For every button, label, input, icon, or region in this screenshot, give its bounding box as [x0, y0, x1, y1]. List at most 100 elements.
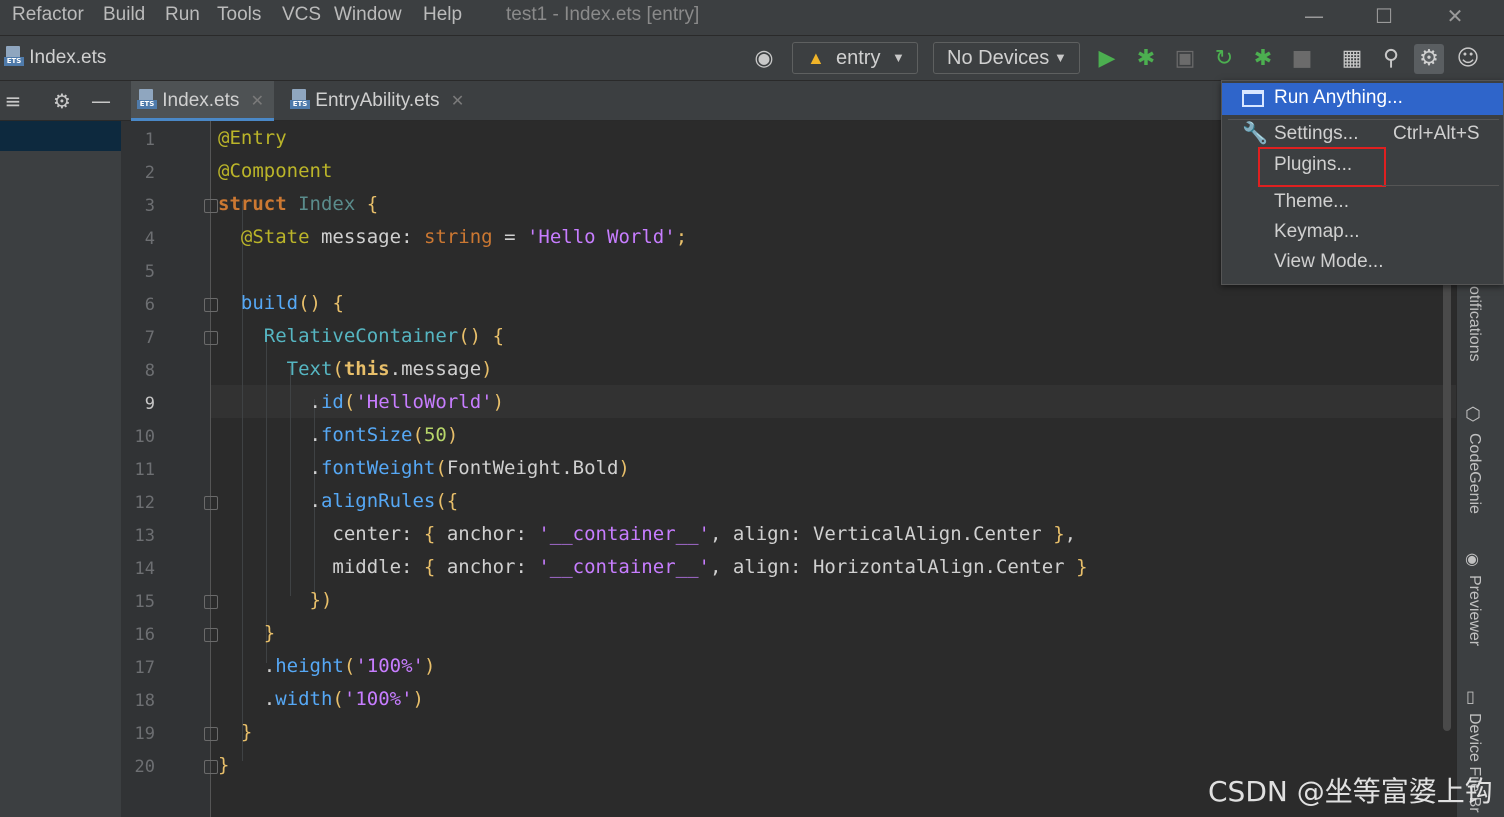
- menu-item-keymap[interactable]: Keymap...: [1274, 221, 1360, 243]
- line-number: 14: [134, 559, 155, 579]
- run-icon[interactable]: ▶: [1092, 44, 1122, 74]
- account-icon[interactable]: ☺: [1453, 44, 1483, 74]
- code-line-12: .alignRules({: [309, 490, 459, 512]
- code-line-16: }: [263, 622, 276, 644]
- line-number: 3: [144, 196, 155, 216]
- code-line-6: build() {: [240, 292, 344, 314]
- apply-changes-icon[interactable]: ↻: [1209, 44, 1239, 74]
- fold-marker[interactable]: [204, 760, 218, 774]
- menu-separator: [1382, 185, 1499, 186]
- menu-tools[interactable]: Tools: [217, 4, 261, 26]
- line-number: 6: [144, 295, 155, 315]
- menu-item-theme[interactable]: Theme...: [1274, 191, 1349, 213]
- code-line-11: .fontWeight(FontWeight.Bold): [309, 457, 630, 479]
- module-icon: ▲: [807, 48, 825, 68]
- eye-icon: ◉: [1465, 549, 1479, 568]
- tab-index-ets[interactable]: ETS Index.ets ✕: [131, 81, 274, 121]
- fold-marker[interactable]: [204, 595, 218, 609]
- gear-icon[interactable]: ⚙: [47, 86, 77, 116]
- menu-item-settings[interactable]: Settings...: [1274, 123, 1359, 145]
- menu-window[interactable]: Window: [334, 4, 402, 26]
- code-line-8: Text(this.message): [286, 358, 493, 380]
- ets-file-icon: ETS: [290, 89, 310, 109]
- fold-marker[interactable]: [204, 496, 218, 510]
- fold-marker[interactable]: [204, 199, 218, 213]
- line-number: 8: [144, 361, 155, 381]
- code-line-3: struct Index {: [218, 193, 379, 215]
- fold-marker[interactable]: [204, 628, 218, 642]
- line-number: 5: [144, 262, 155, 282]
- watermark-text: CSDN @坐等富婆上钩: [1208, 775, 1493, 808]
- code-line-20: }: [218, 754, 230, 776]
- device-icon: ▯: [1466, 687, 1475, 706]
- menu-build[interactable]: Build: [103, 4, 145, 26]
- settings-shortcut: Ctrl+Alt+S: [1393, 123, 1480, 144]
- line-number: 10: [134, 427, 155, 447]
- close-icon[interactable]: ✕: [451, 93, 464, 110]
- menu-separator: [1228, 119, 1499, 120]
- module-combo-label: entry: [836, 47, 881, 69]
- collapse-all-icon[interactable]: ≡: [0, 86, 28, 116]
- line-number: 12: [134, 493, 155, 513]
- line-number: 17: [134, 658, 155, 678]
- close-icon[interactable]: ✕: [251, 93, 264, 110]
- codegenie-tool-button[interactable]: CodeGenie: [1465, 433, 1483, 514]
- debug-icon[interactable]: ✱: [1131, 44, 1161, 74]
- main-toolbar: ETS Index.ets ◉ ▲ entry ▼ No Devices ▼ ▶…: [0, 36, 1504, 81]
- attach-debugger-icon[interactable]: ▣: [1170, 44, 1200, 74]
- ets-file-icon: ETS: [4, 46, 24, 66]
- project-selected-row[interactable]: [0, 121, 121, 151]
- menu-run[interactable]: Run: [165, 4, 200, 26]
- module-combo[interactable]: ▲ entry ▼: [792, 42, 918, 74]
- previewer-tool-button[interactable]: Previewer: [1465, 575, 1483, 646]
- line-number: 2: [144, 163, 155, 183]
- device-combo-label: No Devices: [947, 47, 1050, 69]
- hide-panel-icon[interactable]: —: [86, 86, 116, 116]
- gear-icon[interactable]: ⚙: [1414, 44, 1444, 74]
- line-number: 7: [144, 328, 155, 348]
- navigation-bar-file[interactable]: ETS Index.ets: [4, 46, 106, 69]
- menu-refactor[interactable]: Refactor: [12, 4, 84, 26]
- line-number: 18: [134, 691, 155, 711]
- close-window-button[interactable]: ✕: [1435, 2, 1475, 30]
- code-line-19: }: [240, 721, 253, 743]
- menu-item-view-mode[interactable]: View Mode...: [1274, 251, 1383, 273]
- run-anything-icon: [1242, 90, 1264, 107]
- line-number: 13: [134, 526, 155, 546]
- codegenie-icon: ⬡: [1465, 404, 1481, 425]
- tab-entryability-ets[interactable]: ETS EntryAbility.ets ✕: [284, 81, 484, 121]
- search-icon[interactable]: ⚲: [1376, 44, 1406, 74]
- profiler-icon[interactable]: ✱: [1248, 44, 1278, 74]
- menu-item-run-anything[interactable]: Run Anything...: [1222, 83, 1503, 115]
- maximize-button[interactable]: ☐: [1364, 2, 1404, 30]
- menu-help[interactable]: Help: [423, 4, 462, 26]
- window-title: test1 - Index.ets [entry]: [506, 4, 700, 25]
- notifications-tool-button[interactable]: otifications: [1465, 286, 1483, 362]
- fold-marker[interactable]: [204, 727, 218, 741]
- fold-marker[interactable]: [204, 331, 218, 345]
- project-structure-icon[interactable]: ▦: [1337, 44, 1367, 74]
- code-line-4: @State message: string = 'Hello World';: [240, 226, 688, 248]
- indent-guide: [242, 201, 243, 761]
- target-icon[interactable]: ◉: [749, 44, 779, 74]
- menu-vcs[interactable]: VCS: [282, 4, 321, 26]
- code-line-13: center: { anchor: '__container__', align…: [332, 523, 1077, 545]
- chevron-down-icon: ▼: [892, 50, 905, 65]
- line-number: 16: [134, 625, 155, 645]
- device-combo[interactable]: No Devices ▼: [933, 42, 1080, 74]
- line-number: 19: [134, 724, 155, 744]
- code-line-14: middle: { anchor: '__container__', align…: [332, 556, 1088, 578]
- line-number: 11: [134, 460, 155, 480]
- code-line-7: RelativeContainer() {: [263, 325, 505, 347]
- plugins-highlight-box: [1258, 147, 1386, 187]
- fold-marker[interactable]: [204, 298, 218, 312]
- tab-label: Index.ets: [162, 90, 240, 111]
- code-line-2: @Component: [218, 160, 333, 182]
- minimize-button[interactable]: —: [1294, 2, 1334, 30]
- nav-file-label: Index.ets: [29, 47, 107, 68]
- gutter-divider: [210, 121, 211, 817]
- code-line-10: .fontSize(50): [309, 424, 459, 446]
- settings-popup-menu: Run Anything... 🔧 Settings... Ctrl+Alt+S…: [1221, 80, 1504, 285]
- stop-icon[interactable]: ■: [1287, 44, 1317, 74]
- line-number: 15: [134, 592, 155, 612]
